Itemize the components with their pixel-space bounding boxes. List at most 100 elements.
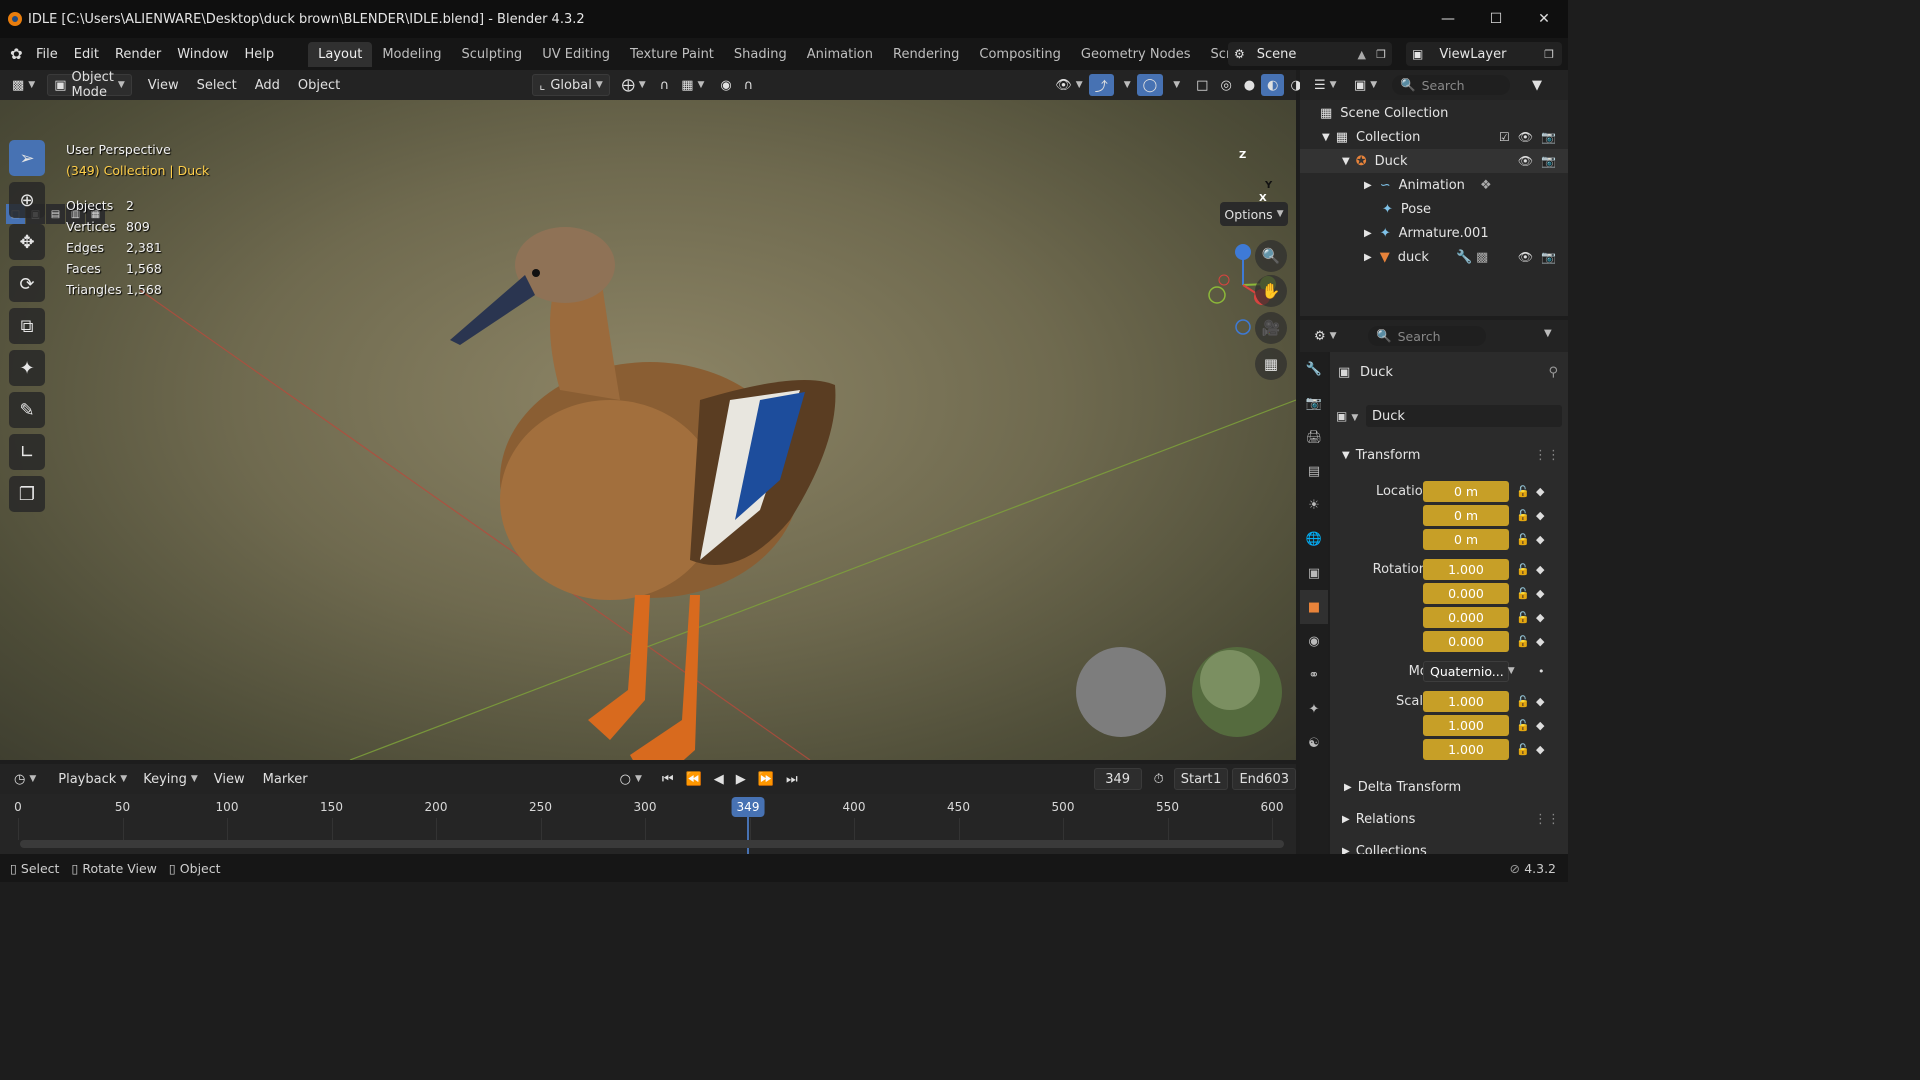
menu-marker[interactable]: Marker bbox=[257, 768, 314, 790]
add-cube-tool-icon[interactable]: ❐ bbox=[9, 476, 45, 512]
render-tab-icon[interactable]: 📷 bbox=[1300, 386, 1328, 420]
playhead-frame[interactable]: 349 bbox=[731, 797, 765, 817]
lock-icon[interactable]: 🔓 bbox=[1516, 587, 1530, 600]
gizmo-dropdown-icon[interactable]: ▼ bbox=[1114, 74, 1137, 96]
rotation-x-field[interactable]: 0.000 bbox=[1423, 582, 1509, 604]
menu-select[interactable]: Select bbox=[191, 74, 243, 96]
outliner-row-animation[interactable]: ▶ ∽ Animation ❖ bbox=[1300, 173, 1568, 197]
tab-geometry-nodes[interactable]: Geometry Nodes bbox=[1071, 42, 1201, 67]
properties-search-input[interactable]: 🔍 Search bbox=[1368, 326, 1486, 346]
lock-icon[interactable]: 🔓 bbox=[1516, 485, 1530, 498]
keyframe-icon[interactable]: ◆ bbox=[1536, 485, 1544, 498]
outliner-editor-type-icon[interactable]: ☰ ▼ bbox=[1308, 74, 1343, 96]
falloff-icon[interactable]: ∩ bbox=[738, 74, 760, 96]
expand-icon[interactable]: ▶ bbox=[1364, 180, 1372, 191]
timeline-area[interactable]: 050100150200250300350400450500550600 349 bbox=[0, 794, 1296, 854]
blender-menu-icon[interactable]: ✿ bbox=[10, 45, 28, 63]
zoom-icon[interactable]: 🔍 bbox=[1255, 240, 1287, 272]
object-name-field[interactable]: Duck bbox=[1366, 405, 1562, 427]
3d-viewport[interactable]: Z Y X □ ▣ ▤ ▥ ▦ User Perspective (349) C… bbox=[0, 100, 1296, 760]
transform-section-header[interactable]: ▼ Transform ⋮⋮ bbox=[1334, 442, 1560, 468]
tab-modeling[interactable]: Modeling bbox=[372, 42, 451, 67]
eye-icon[interactable]: 👁 bbox=[1518, 250, 1533, 264]
menu-view[interactable]: View bbox=[142, 74, 185, 96]
keyframe-icon[interactable]: ◆ bbox=[1536, 695, 1544, 708]
measure-tool-icon[interactable]: ∟ bbox=[9, 434, 45, 470]
properties-editor-type-icon[interactable]: ⚙ ▼ bbox=[1308, 325, 1343, 347]
menu-file[interactable]: File bbox=[28, 47, 66, 62]
select-box-tool-icon[interactable]: ➢ bbox=[9, 140, 45, 176]
gizmo-toggle-icon[interactable]: ⤴ bbox=[1088, 74, 1114, 96]
keyframe-icon[interactable]: ◆ bbox=[1536, 509, 1544, 522]
properties-options-icon[interactable]: ▼ bbox=[1544, 328, 1552, 339]
timeline-editor-type-icon[interactable]: ◷ ▼ bbox=[8, 768, 42, 790]
scene-tab-icon[interactable]: ☀ bbox=[1300, 488, 1328, 522]
material-preview-icon[interactable]: ◐ bbox=[1261, 74, 1285, 96]
scene-selector[interactable]: ⚙ Scene ▲ ❐ bbox=[1228, 42, 1392, 66]
drag-handle-icon[interactable]: ⋮⋮ bbox=[1534, 448, 1560, 463]
constraints-tab-icon[interactable]: ⚭ bbox=[1300, 658, 1328, 692]
physics-tab-icon[interactable]: ◉ bbox=[1300, 624, 1328, 658]
next-keyframe-icon[interactable]: ⏩ bbox=[752, 768, 780, 790]
keyframe-icon[interactable]: ◆ bbox=[1536, 719, 1544, 732]
lock-icon[interactable]: 🔓 bbox=[1516, 611, 1530, 624]
overlay-dropdown-icon[interactable]: ▼ bbox=[1163, 74, 1186, 96]
eye-icon[interactable]: 👁 bbox=[1518, 154, 1533, 168]
end-frame-field[interactable]: End 603 bbox=[1232, 768, 1296, 790]
view-layer-tab-icon[interactable]: ▤ bbox=[1300, 454, 1328, 488]
filter-icon[interactable]: ▼ bbox=[1526, 74, 1548, 96]
rotation-w-field[interactable]: 1.000 bbox=[1423, 558, 1509, 580]
minimize-button[interactable]: — bbox=[1424, 0, 1472, 38]
collections-section-header[interactable]: ▶ Collections bbox=[1334, 838, 1560, 855]
expand-icon[interactable]: ▶ bbox=[1364, 228, 1372, 239]
wireframe-shading-icon[interactable]: ◎ bbox=[1214, 74, 1237, 96]
lock-icon[interactable]: 🔓 bbox=[1516, 635, 1530, 648]
location-x-field[interactable]: 0 m bbox=[1423, 480, 1509, 502]
keyframe-icon[interactable]: ◆ bbox=[1536, 743, 1544, 756]
menu-render[interactable]: Render bbox=[107, 47, 169, 62]
menu-playback[interactable]: Playback ▼ bbox=[52, 768, 133, 790]
snap-target-icon[interactable]: ▦ ▼ bbox=[675, 74, 710, 96]
playhead-line[interactable] bbox=[747, 816, 749, 854]
timeline-scrollbar[interactable] bbox=[20, 840, 1284, 848]
exclude-checkbox-icon[interactable]: ☑ bbox=[1499, 130, 1510, 144]
snap-icon[interactable]: ∩ bbox=[654, 74, 676, 96]
outliner-row-collection[interactable]: ▼ ▦ Collection ☑ 👁 📷 bbox=[1300, 125, 1568, 149]
start-frame-field[interactable]: Start 1 bbox=[1173, 768, 1229, 790]
menu-window[interactable]: Window bbox=[169, 47, 236, 62]
keyframe-icon[interactable]: ◆ bbox=[1536, 587, 1544, 600]
rotate-tool-icon[interactable]: ⟳ bbox=[9, 266, 45, 302]
annotate-tool-icon[interactable]: ✎ bbox=[9, 392, 45, 428]
new-viewlayer-icon[interactable]: ❐ bbox=[1544, 48, 1554, 61]
location-y-field[interactable]: 0 m bbox=[1423, 504, 1509, 526]
outliner-row-scene-collection[interactable]: ▦ Scene Collection bbox=[1300, 101, 1568, 125]
bone-tab-icon[interactable]: ☯ bbox=[1300, 726, 1328, 760]
lock-icon[interactable]: 🔓 bbox=[1516, 563, 1530, 576]
proportional-edit-icon[interactable]: ◉ bbox=[714, 74, 737, 96]
pan-hand-icon[interactable]: ✋ bbox=[1255, 275, 1287, 307]
pin-icon[interactable]: ⚲ bbox=[1548, 365, 1558, 380]
tab-sculpting[interactable]: Sculpting bbox=[451, 42, 532, 67]
camera-icon[interactable]: 📷 bbox=[1541, 154, 1556, 168]
menu-timeline-view[interactable]: View bbox=[208, 768, 251, 790]
cursor-tool-icon[interactable]: ⊕ bbox=[9, 182, 45, 218]
options-dropdown[interactable]: Options ▼ bbox=[1220, 202, 1288, 226]
overlay-toggle-icon[interactable]: ◯ bbox=[1136, 74, 1164, 96]
collapse-icon[interactable]: ▼ bbox=[1342, 156, 1350, 167]
pivot-point-icon[interactable]: ⨁ ▼ bbox=[616, 74, 652, 96]
keyframe-icon[interactable]: ◆ bbox=[1536, 533, 1544, 546]
maximize-button[interactable]: ☐ bbox=[1472, 0, 1520, 38]
editor-type-icon[interactable]: ▩ ▼ bbox=[6, 74, 41, 96]
tab-shading[interactable]: Shading bbox=[724, 42, 797, 67]
menu-edit[interactable]: Edit bbox=[66, 47, 107, 62]
tab-texture-paint[interactable]: Texture Paint bbox=[620, 42, 724, 67]
camera-icon[interactable]: 📷 bbox=[1541, 250, 1556, 264]
keyframe-icon[interactable]: ◆ bbox=[1536, 563, 1544, 576]
xray-icon[interactable]: □ bbox=[1190, 74, 1214, 96]
tab-uv-editing[interactable]: UV Editing bbox=[532, 42, 620, 67]
lock-icon[interactable]: 🔓 bbox=[1516, 509, 1530, 522]
rotation-y-field[interactable]: 0.000 bbox=[1423, 606, 1509, 628]
transform-tool-icon[interactable]: ✦ bbox=[9, 350, 45, 386]
tab-compositing[interactable]: Compositing bbox=[969, 42, 1071, 67]
object-tab-icon[interactable]: ■ bbox=[1300, 590, 1328, 624]
